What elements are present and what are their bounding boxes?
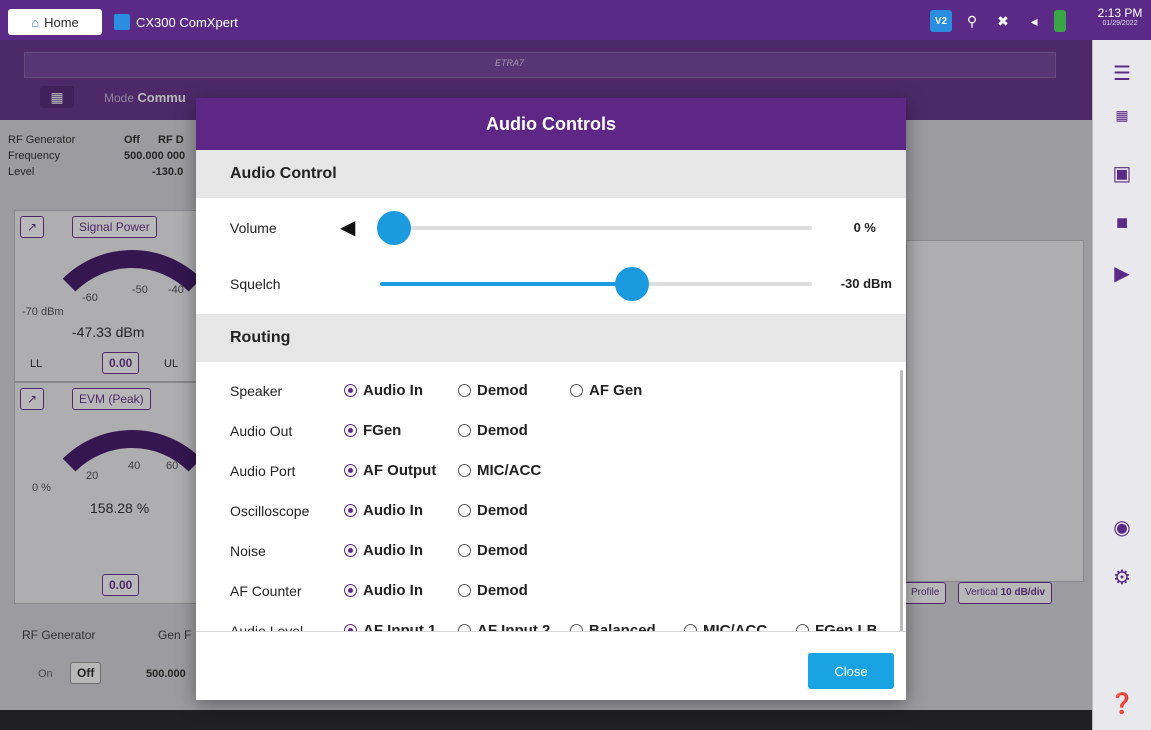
radio-label: AF Input 2 [477, 622, 551, 631]
radio-label: Balanced [589, 622, 656, 631]
radio-label: Demod [477, 502, 528, 519]
routing-scrollbar[interactable] [900, 370, 903, 632]
settings-icon[interactable]: ⚙ [1105, 560, 1139, 594]
app-title: CX300 ComXpert [136, 14, 238, 30]
radio-indicator[interactable] [344, 464, 357, 477]
radio-label: Demod [477, 542, 528, 559]
close-button[interactable]: Close [808, 653, 894, 689]
radio-label: AF Input 1 [363, 622, 437, 631]
layout-icon[interactable]: ▦ [1105, 98, 1139, 132]
radio-indicator[interactable] [570, 624, 583, 631]
folder-icon[interactable]: ▶ [1105, 256, 1139, 290]
radio-audio-level-af-input-2[interactable]: AF Input 2 [458, 622, 550, 631]
radio-indicator[interactable] [344, 504, 357, 517]
radio-label: MIC/ACC [703, 622, 768, 631]
clock: 2:13 PM 01/29/2022 [1092, 6, 1148, 27]
clock-time: 2:13 PM [1097, 6, 1143, 20]
radio-indicator[interactable] [796, 624, 809, 631]
right-sidebar: ☰ ▦ ▣ ■ ▶ ◉ ⚙ ❓ [1092, 40, 1151, 730]
radio-audio-port-af-output[interactable]: AF Output [344, 462, 436, 479]
radio-oscilloscope-audio-in[interactable]: Audio In [344, 502, 423, 519]
routing-list: Speaker Audio In Demod AF Gen Audio Out FGen D… [196, 98, 906, 631]
routing-label-audio-port: Audio Port [230, 463, 296, 479]
radio-label: AF Output [363, 462, 437, 479]
routing-label-noise: Noise [230, 543, 266, 559]
radio-indicator[interactable] [458, 464, 471, 477]
speaker-icon[interactable]: ◂ [1023, 10, 1045, 32]
radio-noise-audio-in[interactable]: Audio In [344, 542, 423, 559]
radio-indicator[interactable] [344, 584, 357, 597]
radio-label: FGen LB [815, 622, 878, 631]
radio-oscilloscope-demod[interactable]: Demod [458, 502, 528, 519]
radio-audio-level-mic-acc[interactable]: MIC/ACC [684, 622, 767, 631]
radio-speaker-af-gen[interactable]: AF Gen [570, 382, 642, 399]
radio-label: AF Gen [589, 382, 643, 399]
radio-audio-level-af-input-1[interactable]: AF Input 1 [344, 622, 436, 631]
save-icon[interactable]: ■ [1105, 206, 1139, 240]
radio-label: Demod [477, 382, 528, 399]
camera-icon[interactable]: ◉ [1105, 510, 1139, 544]
radio-indicator[interactable] [458, 384, 471, 397]
radio-indicator[interactable] [458, 504, 471, 517]
app-icon [114, 14, 130, 30]
v2-icon[interactable]: V2 [930, 10, 952, 32]
radio-af-counter-demod[interactable]: Demod [458, 582, 528, 599]
help-icon[interactable]: ❓ [1105, 686, 1139, 720]
radio-speaker-demod[interactable]: Demod [458, 382, 528, 399]
radio-indicator[interactable] [344, 624, 357, 631]
audio-controls-dialog: Audio Controls Audio Control Volume ◀ 0 … [196, 98, 906, 700]
radio-indicator[interactable] [458, 424, 471, 437]
radio-label: Audio In [363, 582, 423, 599]
radio-indicator[interactable] [684, 624, 697, 631]
radio-label: MIC/ACC [477, 462, 542, 479]
battery-icon [1054, 10, 1066, 32]
lock-icon[interactable]: ▣ [1105, 156, 1139, 190]
radio-speaker-audio-in[interactable]: Audio In [344, 382, 423, 399]
signal-search-icon[interactable]: ⚲ [961, 10, 983, 32]
radio-indicator[interactable] [344, 424, 357, 437]
radio-label: Audio In [363, 502, 423, 519]
radio-indicator[interactable] [570, 384, 583, 397]
clock-date: 01/29/2022 [1102, 20, 1138, 27]
radio-audio-out-demod[interactable]: Demod [458, 422, 528, 439]
radio-audio-level-fgen-lb[interactable]: FGen LB [796, 622, 878, 631]
home-label: Home [44, 14, 79, 30]
radio-noise-demod[interactable]: Demod [458, 542, 528, 559]
status-icons: V2 ⚲ ✖ ◂ [930, 8, 1088, 34]
radio-indicator[interactable] [458, 624, 471, 631]
radio-label: Audio In [363, 382, 423, 399]
routing-label-audio-level: Audio Level [230, 623, 304, 631]
app-tab[interactable]: CX300 ComXpert [114, 9, 266, 35]
menu-icon[interactable]: ☰ [1105, 56, 1139, 90]
footer-divider [196, 631, 906, 632]
routing-label-audio-out: Audio Out [230, 423, 293, 439]
radio-label: FGen [363, 422, 402, 439]
radio-label: Demod [477, 422, 528, 439]
routing-label-speaker: Speaker [230, 383, 283, 399]
radio-audio-port-mic-acc[interactable]: MIC/ACC [458, 462, 541, 479]
home-button[interactable]: ⌂ Home [8, 9, 102, 35]
radio-af-counter-audio-in[interactable]: Audio In [344, 582, 423, 599]
radio-audio-out-fgen[interactable]: FGen [344, 422, 401, 439]
radio-label: Audio In [363, 542, 423, 559]
routing-label-oscilloscope: Oscilloscope [230, 503, 310, 519]
radio-indicator[interactable] [344, 544, 357, 557]
radio-audio-level-balanced[interactable]: Balanced [570, 622, 656, 631]
radio-label: Demod [477, 582, 528, 599]
radio-indicator[interactable] [344, 384, 357, 397]
home-icon: ⌂ [31, 14, 40, 30]
routing-label-af-counter: AF Counter [230, 583, 302, 599]
wrench-icon[interactable]: ✖ [992, 10, 1014, 32]
radio-indicator[interactable] [458, 544, 471, 557]
radio-indicator[interactable] [458, 584, 471, 597]
